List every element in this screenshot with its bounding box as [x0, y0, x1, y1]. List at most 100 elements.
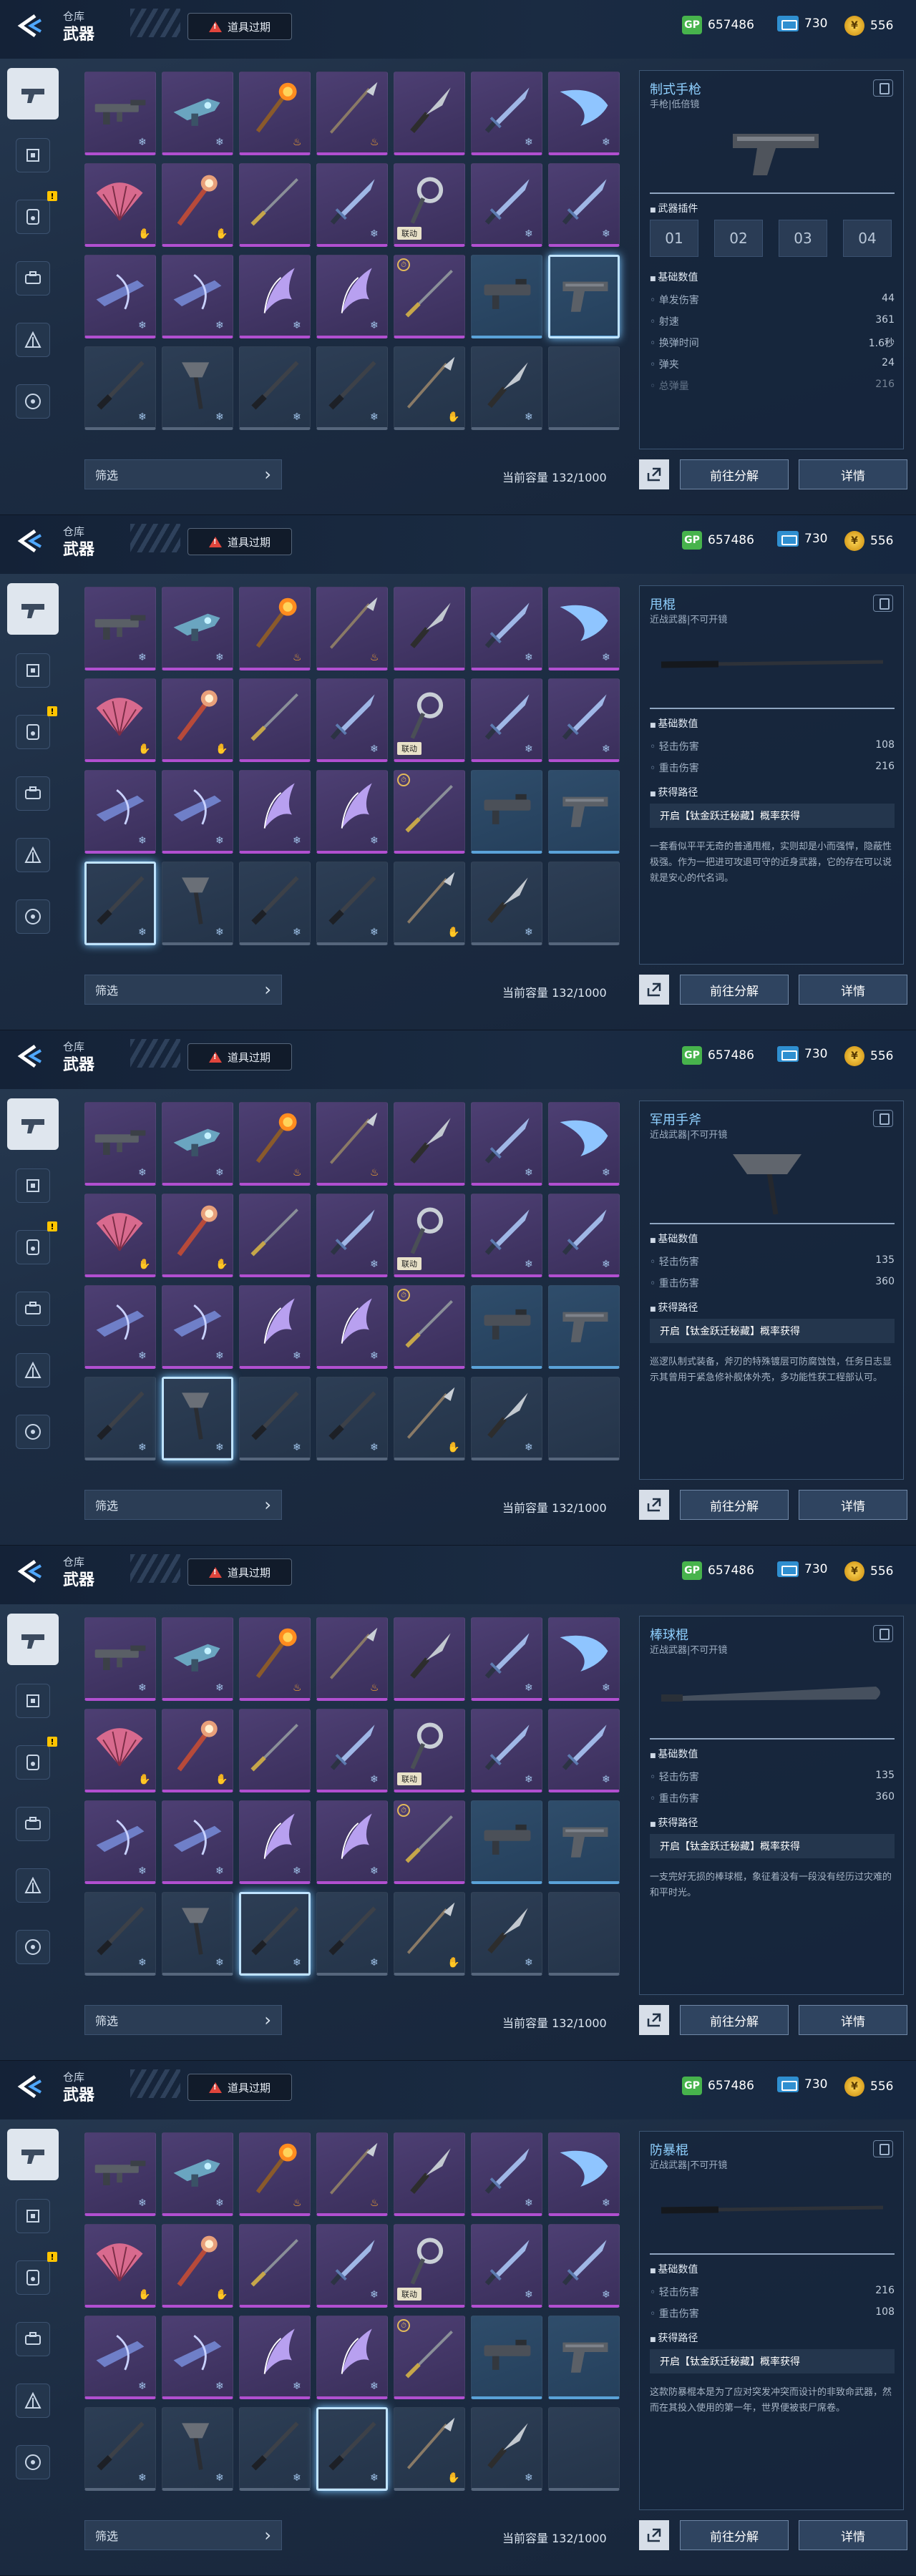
weapon-slot[interactable]: ❄	[316, 2224, 388, 2308]
weapon-slot[interactable]: ❄	[239, 255, 311, 338]
weapon-slot[interactable]: ♨	[316, 2132, 388, 2216]
weapon-slot[interactable]: ❄	[239, 770, 311, 854]
back-button[interactable]	[10, 1557, 49, 1586]
weapon-slot[interactable]: ✋	[84, 1194, 156, 1277]
weapon-slot[interactable]	[239, 1709, 311, 1792]
weapon-slot[interactable]	[239, 2224, 311, 2308]
filter-button[interactable]: 筛选 ›	[84, 1490, 282, 1520]
decompose-button[interactable]: 前往分解	[680, 459, 789, 489]
weapon-slot[interactable]: ⏱	[394, 2316, 465, 2399]
weapon-slot[interactable]: ❄	[316, 770, 388, 854]
weapon-slot[interactable]: ❄	[471, 587, 542, 670]
sidebar-item-target[interactable]	[7, 1406, 59, 1458]
weapon-slot[interactable]: ❄	[84, 255, 156, 338]
weapon-slot[interactable]: ❄	[84, 770, 156, 854]
sidebar-item-chip[interactable]	[7, 2190, 59, 2242]
weapon-slot[interactable]	[548, 862, 620, 945]
weapon-slot[interactable]	[471, 1800, 542, 1884]
weapon-slot[interactable]: ❄	[471, 163, 542, 247]
weapon-slot[interactable]	[548, 1892, 620, 1976]
sidebar-item-pistol[interactable]	[7, 1614, 59, 1665]
weapon-slot[interactable]: ❄	[471, 72, 542, 155]
weapon-slot[interactable]: ❄	[316, 255, 388, 338]
filter-button[interactable]: 筛选 ›	[84, 2520, 282, 2550]
weapon-slot[interactable]: ❄	[471, 1194, 542, 1277]
weapon-slot[interactable]: ♨	[316, 1617, 388, 1701]
weapon-slot[interactable]: ❄	[548, 72, 620, 155]
weapon-slot[interactable]: ❄	[162, 2132, 233, 2216]
sidebar-item-target[interactable]	[7, 376, 59, 427]
weapon-slot[interactable]: ❄	[471, 2132, 542, 2216]
sidebar-item-device[interactable]: !	[7, 191, 59, 243]
weapon-slot[interactable]	[548, 1285, 620, 1369]
lock-icon[interactable]	[873, 2140, 893, 2157]
weapon-slot[interactable]	[239, 1194, 311, 1277]
weapon-slot[interactable]: ♨	[239, 1617, 311, 1701]
weapon-slot[interactable]	[471, 2316, 542, 2399]
weapon-slot[interactable]: ❄	[316, 1709, 388, 1792]
expired-items-button[interactable]: 道具过期	[187, 528, 292, 555]
sidebar-item-device[interactable]: !	[7, 1221, 59, 1273]
weapon-slot[interactable]: ⏱	[394, 1800, 465, 1884]
weapon-slot[interactable]: ✋	[84, 2224, 156, 2308]
filter-button[interactable]: 筛选 ›	[84, 459, 282, 489]
back-button[interactable]	[10, 2072, 49, 2101]
weapon-slot[interactable]	[394, 2132, 465, 2216]
lock-icon[interactable]	[873, 1110, 893, 1127]
weapon-slot[interactable]	[548, 2407, 620, 2491]
weapon-slot[interactable]: ❄	[162, 2407, 233, 2491]
sidebar-item-vehicle[interactable]	[7, 2375, 59, 2426]
sidebar-item-pistol[interactable]	[7, 2129, 59, 2180]
weapon-slot[interactable]: ❄	[316, 862, 388, 945]
expired-items-button[interactable]: 道具过期	[187, 1558, 292, 1586]
details-button[interactable]: 详情	[799, 2005, 907, 2035]
weapon-slot[interactable]: ❄	[84, 2132, 156, 2216]
sidebar-item-gear-case[interactable]	[7, 1798, 59, 1850]
filter-button[interactable]: 筛选 ›	[84, 975, 282, 1005]
expired-items-button[interactable]: 道具过期	[187, 2074, 292, 2101]
weapon-slot[interactable]: ❄	[548, 1194, 620, 1277]
sidebar-item-device[interactable]: !	[7, 706, 59, 758]
decompose-button[interactable]: 前往分解	[680, 1490, 789, 1520]
weapon-slot[interactable]: ❄	[239, 1285, 311, 1369]
weapon-slot[interactable]: ❄	[471, 2407, 542, 2491]
sidebar-item-gear-case[interactable]	[7, 2313, 59, 2365]
weapon-slot[interactable]: ❄	[316, 346, 388, 430]
details-button[interactable]: 详情	[799, 2520, 907, 2550]
weapon-slot[interactable]: ❄	[239, 1800, 311, 1884]
weapon-slot[interactable]: 联动	[394, 678, 465, 762]
weapon-slot[interactable]: ❄	[316, 1377, 388, 1460]
weapon-slot[interactable]: ♨	[239, 72, 311, 155]
weapon-slot[interactable]: ❄	[84, 1892, 156, 1976]
weapon-slot[interactable]: ✋	[394, 2407, 465, 2491]
back-button[interactable]	[10, 1042, 49, 1070]
share-button[interactable]	[639, 975, 669, 1005]
share-button[interactable]	[639, 2005, 669, 2035]
details-button[interactable]: 详情	[799, 1490, 907, 1520]
weapon-slot[interactable]: ❄	[84, 1285, 156, 1369]
share-button[interactable]	[639, 1490, 669, 1520]
weapon-slot[interactable]: ❄	[548, 2132, 620, 2216]
weapon-slot[interactable]: ❄	[471, 2224, 542, 2308]
sidebar-item-vehicle[interactable]	[7, 829, 59, 881]
weapon-slot[interactable]	[394, 1102, 465, 1186]
weapon-slot[interactable]: ✋	[84, 678, 156, 762]
plugin-slot[interactable]: 01	[650, 220, 698, 257]
weapon-slot[interactable]: ❄	[548, 163, 620, 247]
weapon-slot[interactable]: ♨	[316, 587, 388, 670]
weapon-slot[interactable]: ⏱	[394, 770, 465, 854]
weapon-slot[interactable]	[548, 346, 620, 430]
sidebar-item-gear-case[interactable]	[7, 768, 59, 819]
weapon-slot[interactable]: ❄	[84, 2407, 156, 2491]
sidebar-item-device[interactable]: !	[7, 2252, 59, 2303]
weapon-slot[interactable]: 联动	[394, 1709, 465, 1792]
weapon-slot[interactable]	[548, 255, 620, 338]
weapon-slot[interactable]	[394, 72, 465, 155]
weapon-slot[interactable]: ❄	[316, 678, 388, 762]
weapon-slot[interactable]: ❄	[162, 1102, 233, 1186]
weapon-slot[interactable]: ❄	[239, 346, 311, 430]
sidebar-item-vehicle[interactable]	[7, 1860, 59, 1911]
weapon-slot[interactable]: ❄	[471, 1377, 542, 1460]
weapon-slot[interactable]: ❄	[239, 1892, 311, 1976]
weapon-slot[interactable]: ❄	[239, 2407, 311, 2491]
